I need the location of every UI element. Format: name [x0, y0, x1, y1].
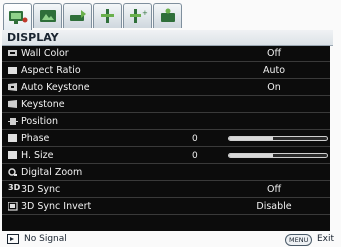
- menu-item-3d-sync-invert[interactable]: 3D Sync Invert Disable: [2, 199, 330, 215]
- source-icon: [69, 10, 86, 21]
- display-icon: [8, 11, 27, 24]
- svg-text:+: +: [142, 9, 148, 17]
- osd-menu: + DISPLAY Wall Color Off Aspect Ratio Au…: [0, 0, 341, 247]
- system-setup-basic-icon: [100, 9, 114, 23]
- menu-item-value: Off: [266, 184, 282, 195]
- menu-item-digital-zoom[interactable]: Digital Zoom: [2, 165, 330, 181]
- menu-item-value: Disable: [256, 201, 292, 212]
- menu-item-label: Digital Zoom: [21, 167, 83, 178]
- menu-tabs: +: [3, 3, 182, 30]
- auto-keystone-icon: [8, 83, 17, 91]
- exit-label: Exit: [317, 234, 335, 244]
- phase-value: 0: [192, 134, 198, 144]
- menu-item-value: Off: [266, 48, 282, 59]
- menu-item-label: Position: [21, 116, 58, 127]
- signal-status: No Signal: [24, 234, 67, 244]
- phase-icon: [8, 134, 17, 142]
- menu-item-label: Auto Keystone: [21, 82, 90, 93]
- position-icon: [8, 118, 18, 125]
- tab-information[interactable]: [153, 3, 182, 28]
- phase-slider[interactable]: [228, 136, 328, 141]
- menu-item-label: Wall Color: [21, 48, 69, 59]
- tab-system-setup-basic[interactable]: [93, 3, 122, 28]
- h-size-slider[interactable]: [228, 153, 328, 158]
- aspect-ratio-icon: [8, 67, 17, 74]
- tab-source[interactable]: [63, 3, 92, 28]
- menu-item-label: Aspect Ratio: [21, 65, 81, 76]
- menu-item-phase[interactable]: Phase 0: [2, 131, 330, 147]
- keystone-icon: [8, 100, 17, 108]
- information-icon: [160, 8, 175, 22]
- menu-item-value: On: [267, 82, 281, 93]
- phase-slider-fill: [229, 137, 274, 140]
- menu-item-position[interactable]: Position: [2, 114, 330, 130]
- menu-key[interactable]: MENU: [285, 234, 313, 246]
- tab-picture[interactable]: [33, 3, 62, 28]
- menu-item-auto-keystone[interactable]: Auto Keystone On: [2, 80, 330, 96]
- menu-item-3d-sync[interactable]: 3D 3D Sync Off: [2, 182, 330, 198]
- menu-item-label: 3D Sync: [21, 184, 61, 195]
- menu-item-value: Auto: [262, 65, 286, 76]
- menu-item-label: Phase: [21, 133, 50, 144]
- 3d-sync-invert-icon: [8, 202, 18, 211]
- tab-display[interactable]: [3, 3, 32, 30]
- settings-list: Wall Color Off Aspect Ratio Auto Auto Ke…: [2, 46, 330, 231]
- menu-item-wall-color[interactable]: Wall Color Off: [2, 46, 330, 62]
- menu-item-label: Keystone: [21, 99, 65, 110]
- menu-item-aspect-ratio[interactable]: Aspect Ratio Auto: [2, 63, 330, 79]
- wall-color-icon: [8, 50, 17, 56]
- input-source-icon: [7, 234, 19, 244]
- tab-system-setup-advanced[interactable]: +: [123, 3, 152, 28]
- system-setup-advanced-icon: +: [129, 9, 148, 23]
- menu-title: DISPLAY: [2, 30, 333, 46]
- digital-zoom-icon: [8, 168, 17, 176]
- h-size-slider-fill: [229, 154, 274, 157]
- menu-item-label: H. Size: [21, 150, 54, 161]
- menu-item-label: 3D Sync Invert: [21, 201, 92, 212]
- h-size-value: 0: [192, 151, 198, 161]
- 3d-sync-icon: 3D: [8, 183, 21, 192]
- picture-icon: [39, 10, 56, 22]
- h-size-icon: [8, 151, 17, 159]
- menu-item-keystone[interactable]: Keystone: [2, 97, 330, 113]
- menu-item-h-size[interactable]: H. Size 0: [2, 148, 330, 164]
- status-bar: No Signal MENU Exit: [2, 233, 338, 246]
